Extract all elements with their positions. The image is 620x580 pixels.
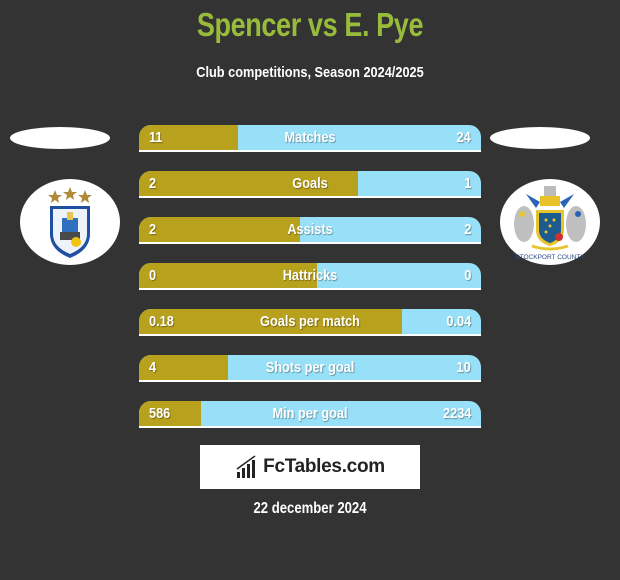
left-value: 11 bbox=[149, 129, 163, 146]
stat-label: Hattricks bbox=[282, 267, 338, 284]
crest-text: STOCKPORT COUNTY bbox=[515, 254, 585, 261]
right-value: 0 bbox=[463, 267, 471, 284]
right-player-placeholder bbox=[490, 127, 590, 149]
stat-label: Assists bbox=[287, 221, 333, 238]
stat-label: Matches bbox=[284, 129, 336, 146]
page-title: Spencer vs E. Pye bbox=[196, 6, 424, 43]
right-value: 1 bbox=[463, 175, 471, 192]
stockport-county-crest-icon: STOCKPORT COUNTY bbox=[514, 186, 586, 261]
brand-name: FcTables.com bbox=[263, 456, 385, 477]
stat-label: Goals per match bbox=[260, 313, 360, 330]
date-label: 22 december 2024 bbox=[253, 500, 367, 517]
page-subtitle: Club competitions, Season 2024/2025 bbox=[196, 64, 424, 81]
stat-bar-min-per-goal: 586 Min per goal 2234 bbox=[139, 401, 481, 428]
stat-bar-goals: 2 Goals 1 bbox=[139, 171, 481, 198]
stat-bar-shots-per-goal: 4 Shots per goal 10 bbox=[139, 355, 481, 382]
stat-bar-assists: 2 Assists 2 bbox=[139, 217, 481, 244]
huddersfield-town-crest-icon bbox=[48, 187, 92, 258]
left-team-crest[interactable] bbox=[20, 179, 120, 265]
left-value: 0 bbox=[149, 267, 157, 284]
left-value: 4 bbox=[149, 359, 157, 376]
right-value: 2234 bbox=[442, 405, 471, 422]
stat-bar-matches: 11 Matches 24 bbox=[139, 125, 481, 152]
stat-label: Goals bbox=[292, 175, 328, 192]
fctables-logo[interactable]: FcTables.com bbox=[200, 445, 420, 489]
bar-chart-icon bbox=[236, 455, 256, 478]
right-value: 24 bbox=[456, 129, 471, 146]
right-value: 10 bbox=[456, 359, 471, 376]
left-player-placeholder bbox=[10, 127, 110, 149]
right-value: 0.04 bbox=[446, 313, 471, 330]
stat-bar-hattricks: 0 Hattricks 0 bbox=[139, 263, 481, 290]
stat-bar-goals-per-match: 0.18 Goals per match 0.04 bbox=[139, 309, 481, 336]
left-value: 2 bbox=[149, 175, 157, 192]
stat-label: Shots per goal bbox=[265, 359, 355, 376]
stat-label: Min per goal bbox=[272, 405, 348, 422]
left-value: 2 bbox=[149, 221, 157, 238]
right-value: 2 bbox=[463, 221, 471, 238]
right-team-crest[interactable]: STOCKPORT COUNTY bbox=[500, 179, 600, 265]
